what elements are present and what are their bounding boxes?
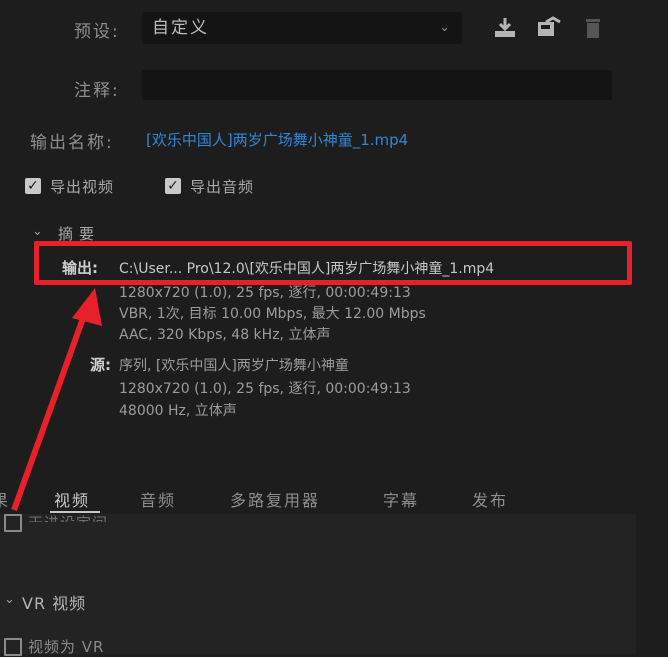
preset-select[interactable]: 自定义 ⌄ [142, 12, 462, 44]
tab-audio[interactable]: 音频 [140, 487, 176, 511]
preset-value: 自定义 [152, 18, 209, 38]
tab-partial-left[interactable]: 果 [0, 487, 10, 511]
summary-collapse-icon[interactable]: ⌄ [32, 224, 43, 239]
video-is-vr-checkbox[interactable] [4, 638, 22, 656]
output-name-link[interactable]: [欢乐中国人]两岁广场舞小神童_1.mp4 [146, 129, 408, 150]
summary-output-line4: AAC, 320 Kbps, 48 kHz, 立体声 [119, 327, 331, 343]
summary-output-line3: VBR, 1次, 目标 10.00 Mbps, 最大 12.00 Mbps [119, 306, 426, 322]
vr-section-title: VR 视频 [22, 594, 87, 613]
tab-publish[interactable]: 发布 [472, 487, 508, 511]
export-audio-checkbox[interactable]: ✓ [165, 178, 181, 194]
tab-video[interactable]: 视频 [54, 487, 90, 511]
tab-content-panel [0, 514, 636, 654]
export-video-label: 导出视频 [50, 178, 115, 196]
import-preset-icon[interactable] [492, 16, 518, 40]
highlight-box [34, 241, 632, 285]
summary-source-line3: 48000 Hz, 立体声 [119, 403, 237, 419]
basic-settings-partial-label: 天进设定间 [28, 512, 108, 522]
vr-collapse-icon[interactable]: ⌄ [4, 592, 15, 607]
basic-settings-checkbox[interactable] [4, 514, 22, 532]
tab-multiplexer[interactable]: 多路复用器 [230, 487, 320, 511]
arrow-annotation [11, 288, 102, 512]
summary-output-line2: 1280x720 (1.0), 25 fps, 逐行, 00:00:49:13 [119, 285, 411, 301]
summary-source-line1: 序列, [欢乐中国人]两岁广场舞小神童 [119, 358, 349, 374]
tab-captions[interactable]: 字幕 [383, 487, 419, 511]
save-preset-icon[interactable] [536, 16, 562, 40]
comment-input[interactable] [142, 70, 612, 100]
delete-preset-icon[interactable] [580, 16, 606, 40]
comment-label: 注释: [74, 81, 120, 101]
export-audio-label: 导出音频 [190, 178, 255, 196]
chevron-down-icon: ⌄ [439, 20, 452, 35]
preset-label: 预设: [74, 22, 120, 42]
output-name-label: 输出名称: [30, 133, 114, 153]
summary-source-line2: 1280x720 (1.0), 25 fps, 逐行, 00:00:49:13 [119, 381, 411, 397]
export-video-checkbox[interactable]: ✓ [25, 178, 41, 194]
